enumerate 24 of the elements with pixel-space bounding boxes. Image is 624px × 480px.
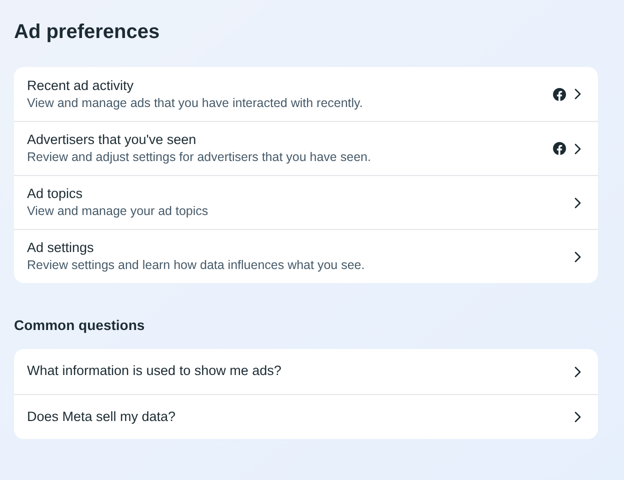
preference-row[interactable]: Advertisers that you've seen Review and adjust settings for advertisers that you have seen. bbox=[14, 121, 598, 175]
row-title: Recent ad activity bbox=[27, 76, 135, 94]
chevron-right-icon bbox=[574, 88, 582, 100]
row-description: View and manage your ad topics bbox=[27, 203, 210, 220]
row-title: Ad settings bbox=[27, 239, 95, 257]
preference-row[interactable]: Ad topics View and manage your ad topics bbox=[14, 175, 598, 229]
row-description: Review and adjust settings for advertisers that you have seen. bbox=[27, 149, 372, 166]
preference-row[interactable]: Recent ad activity View and manage ads that you have interacted with recently. bbox=[14, 67, 598, 121]
question-text: Does Meta sell my data? bbox=[27, 408, 177, 426]
chevron-right-icon bbox=[574, 142, 582, 154]
row-title: Ad topics bbox=[27, 185, 84, 203]
row-description: Review settings and learn how data influences what you see. bbox=[27, 257, 366, 274]
row-description: View and manage ads that you have interacted with recently. bbox=[27, 94, 364, 112]
chevron-right-icon bbox=[574, 366, 582, 378]
preference-row[interactable]: Ad settings Review settings and learn how data influences what you see. bbox=[14, 229, 598, 283]
question-row[interactable]: Does Meta sell my data? bbox=[14, 394, 598, 439]
chevron-right-icon bbox=[574, 196, 582, 208]
question-row[interactable]: What information is used to show me ads? bbox=[14, 349, 598, 394]
chevron-right-icon bbox=[574, 250, 582, 262]
section-heading: Common questions bbox=[14, 316, 146, 334]
question-text: What information is used to show me ads? bbox=[27, 362, 282, 380]
row-title: Advertisers that you've seen bbox=[27, 131, 198, 149]
page-title: Ad preferences bbox=[14, 20, 161, 44]
chevron-right-icon bbox=[574, 411, 582, 423]
